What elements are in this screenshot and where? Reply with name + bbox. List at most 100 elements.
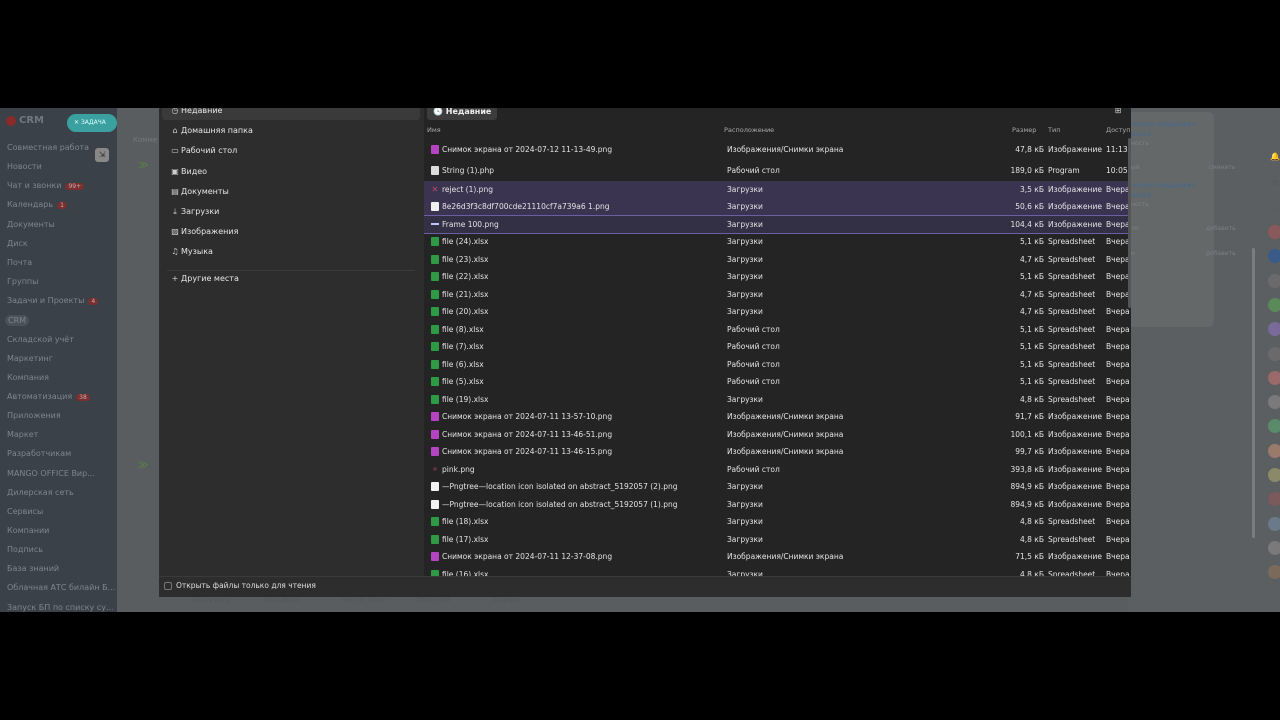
avatar[interactable] bbox=[1268, 395, 1280, 410]
avatar[interactable] bbox=[1268, 492, 1280, 507]
crm-nav-item[interactable]: Дилерская сеть bbox=[7, 488, 74, 497]
file-row[interactable]: file (24).xlsx Загрузки 5,1 кБ Spreadsheet В… bbox=[424, 233, 1131, 251]
file-row[interactable]: file (18).xlsx Загрузки 4,8 кБ Spreadsheet В… bbox=[424, 513, 1131, 531]
readonly-label[interactable]: Открыть файлы только для чтения bbox=[176, 581, 316, 590]
support-link[interactable]: ческая поддержка bbox=[1131, 181, 1195, 189]
crm-nav-item[interactable]: Приложения bbox=[7, 411, 61, 420]
other-locations-item[interactable]: + Другие места bbox=[162, 270, 420, 288]
avatar[interactable] bbox=[1268, 419, 1280, 434]
crm-nav-item[interactable]: Диск bbox=[7, 239, 28, 248]
crm-nav-item[interactable]: Компании bbox=[7, 526, 49, 535]
file-row[interactable]: file (21).xlsx Загрузки 4,7 кБ Spreadsheet В… bbox=[424, 286, 1131, 304]
column-access[interactable]: Доступ bbox=[1106, 126, 1131, 134]
comments-tab[interactable]: Комме bbox=[133, 136, 157, 144]
support-link[interactable]: икс24 bbox=[1131, 130, 1151, 138]
column-size[interactable]: Размер bbox=[1012, 126, 1036, 134]
crm-nav-item[interactable]: MANGO OFFICE Вир... bbox=[7, 469, 95, 478]
crm-nav-item[interactable]: Маркетинг bbox=[7, 354, 53, 363]
file-row[interactable]: file (23).xlsx Загрузки 4,7 кБ Spreadsheet В… bbox=[424, 251, 1131, 269]
file-row[interactable]: Снимок экрана от 2024-07-12 11-13-49.png… bbox=[424, 141, 1131, 159]
crm-nav-item[interactable]: Складской учёт bbox=[7, 335, 74, 344]
change-link[interactable]: сменить bbox=[1209, 164, 1235, 171]
tab-office365[interactable]: Office365 bbox=[417, 596, 451, 604]
place-item[interactable]: ▭ Рабочий стол bbox=[162, 142, 420, 160]
support-link[interactable]: икс24 bbox=[1131, 191, 1151, 199]
search-icon[interactable]: ⌕ bbox=[1270, 204, 1280, 214]
file-row[interactable]: file (8).xlsx Рабочий стол 5,1 кБ Spreadshe… bbox=[424, 321, 1131, 339]
crm-nav-item[interactable]: Чат и звонки 99+ bbox=[7, 181, 85, 191]
tab-upload[interactable]: Загрузить bbox=[192, 596, 230, 604]
place-item[interactable]: ♫ Музыка bbox=[162, 243, 420, 261]
crm-nav-item[interactable]: Автоматизация 38 bbox=[7, 392, 90, 401]
crm-nav-item[interactable]: Новости bbox=[7, 162, 42, 171]
readonly-checkbox[interactable] bbox=[164, 582, 172, 590]
file-row[interactable]: file (17).xlsx Загрузки 4,8 кБ Spreadsheet В… bbox=[424, 531, 1131, 549]
file-row[interactable]: Снимок экрана от 2024-07-11 12-37-08.png… bbox=[424, 548, 1131, 566]
crm-nav-item[interactable]: База знаний bbox=[7, 564, 59, 573]
avatar[interactable] bbox=[1268, 225, 1280, 239]
crm-nav-item[interactable]: Совместная работа bbox=[7, 143, 89, 152]
avatar[interactable] bbox=[1268, 565, 1280, 580]
crm-nav-item[interactable]: Запуск БП по списку су... bbox=[7, 603, 114, 612]
tab-dropbox[interactable]: Dropbox bbox=[491, 596, 521, 604]
crm-nav-item[interactable]: CRM bbox=[5, 315, 30, 327]
crm-nav-item[interactable]: Облачная АТС билайн Б... bbox=[7, 583, 115, 592]
file-row[interactable]: file (6).xlsx Рабочий стол 5,1 кБ Spreadshe… bbox=[424, 356, 1131, 374]
file-row[interactable]: 8e26d3f3c8df700cde21110cf7a739a6 1.png За… bbox=[424, 197, 1131, 215]
clock-icon[interactable]: ◷ bbox=[1270, 178, 1280, 188]
crm-nav-item[interactable]: Разработчикам bbox=[7, 449, 71, 458]
crm-nav-item[interactable]: Задачи и Проекты 4 bbox=[7, 296, 99, 306]
file-row[interactable]: file (7).xlsx Рабочий стол 5,1 кБ Spreadshe… bbox=[424, 338, 1131, 356]
file-row[interactable]: pink.png Рабочий стол 393,8 кБ Изображение В… bbox=[424, 461, 1131, 479]
avatar[interactable] bbox=[1268, 249, 1280, 264]
file-row[interactable]: Снимок экрана от 2024-07-11 13-46-15.png… bbox=[424, 443, 1131, 461]
column-type[interactable]: Тип bbox=[1048, 126, 1060, 134]
file-row[interactable]: Снимок экрана от 2024-07-11 13-46-51.png… bbox=[424, 426, 1131, 444]
tab-google-docs[interactable]: Google Docs bbox=[341, 596, 385, 604]
avatar[interactable] bbox=[1268, 370, 1280, 385]
path-button-recent[interactable]: 🕓 Недавние bbox=[427, 108, 498, 120]
file-list-scrollbar[interactable] bbox=[1128, 138, 1131, 308]
avatar[interactable] bbox=[1268, 273, 1280, 288]
column-name[interactable]: Имя bbox=[427, 126, 441, 134]
add-task-button[interactable]: ✕ ЗАДАЧА bbox=[67, 114, 117, 132]
tab-my-disk[interactable]: Мой Диск bbox=[264, 596, 299, 604]
file-row[interactable]: file (20).xlsx Загрузки 4,7 кБ Spreadsheet В… bbox=[424, 303, 1131, 321]
place-item[interactable]: ▤ Документы bbox=[162, 183, 420, 201]
file-row[interactable]: —Pngtree—location icon isolated on abstr… bbox=[424, 496, 1131, 514]
crm-nav-item[interactable]: Подпись bbox=[7, 545, 43, 554]
place-item[interactable]: ◷ Недавние bbox=[162, 108, 420, 120]
place-item[interactable]: ▨ Изображения bbox=[162, 223, 420, 241]
avatar[interactable] bbox=[1268, 322, 1280, 337]
file-row[interactable]: file (5).xlsx Рабочий стол 5,1 кБ Spreadshe… bbox=[424, 373, 1131, 391]
avatar[interactable] bbox=[1268, 297, 1280, 312]
file-row[interactable]: —Pngtree—location icon isolated on abstr… bbox=[424, 478, 1131, 496]
crm-nav-item[interactable]: Календарь 1 bbox=[7, 200, 67, 210]
grid-view-icon[interactable]: ⊞ bbox=[1113, 108, 1123, 116]
place-item[interactable]: ⤓ Загрузки bbox=[162, 203, 420, 221]
crm-nav-item[interactable]: Документы bbox=[7, 220, 55, 229]
crm-nav-item[interactable]: Группы bbox=[7, 277, 38, 286]
avatar[interactable] bbox=[1268, 540, 1280, 555]
file-row[interactable]: file (22).xlsx Загрузки 5,1 кБ Spreadsheet В… bbox=[424, 268, 1131, 286]
crm-nav-item[interactable]: Компания bbox=[7, 373, 49, 382]
add-link[interactable]: добавить bbox=[1206, 250, 1236, 257]
avatar[interactable] bbox=[1268, 443, 1280, 458]
file-row[interactable]: Снимок экрана от 2024-07-11 13-57-10.png… bbox=[424, 408, 1131, 426]
place-item[interactable]: ▣ Видео bbox=[162, 163, 420, 181]
file-row[interactable]: ✕ reject (1).png Загрузки 3,5 кБ Изображение… bbox=[424, 180, 1131, 198]
file-row[interactable]: String (1).php Рабочий стол 189,0 кБ Progra… bbox=[424, 162, 1131, 180]
collapse-icon[interactable]: ⇲ bbox=[95, 148, 109, 162]
crm-nav-item[interactable]: Сервисы bbox=[7, 507, 43, 516]
file-row[interactable]: file (19).xlsx Загрузки 4,8 кБ Spreadsheet В… bbox=[424, 391, 1131, 409]
page-scrollbar[interactable] bbox=[1252, 248, 1255, 538]
avatar[interactable] bbox=[1268, 516, 1280, 531]
crm-nav-item[interactable]: Почта bbox=[7, 258, 32, 267]
file-row[interactable]: Frame 100.png Загрузки 104,4 кБ Изображение… bbox=[424, 214, 1131, 234]
file-row[interactable]: file (16).xlsx Загрузки 4,8 кБ Spreadsheet В… bbox=[424, 566, 1131, 576]
place-item[interactable]: ⌂ Домашняя папка bbox=[162, 122, 420, 140]
support-link[interactable]: ческая поддержка bbox=[1131, 120, 1195, 128]
avatar[interactable] bbox=[1268, 468, 1280, 482]
bell-icon[interactable]: 🔔 bbox=[1270, 152, 1280, 162]
column-location[interactable]: Расположение bbox=[724, 126, 774, 134]
